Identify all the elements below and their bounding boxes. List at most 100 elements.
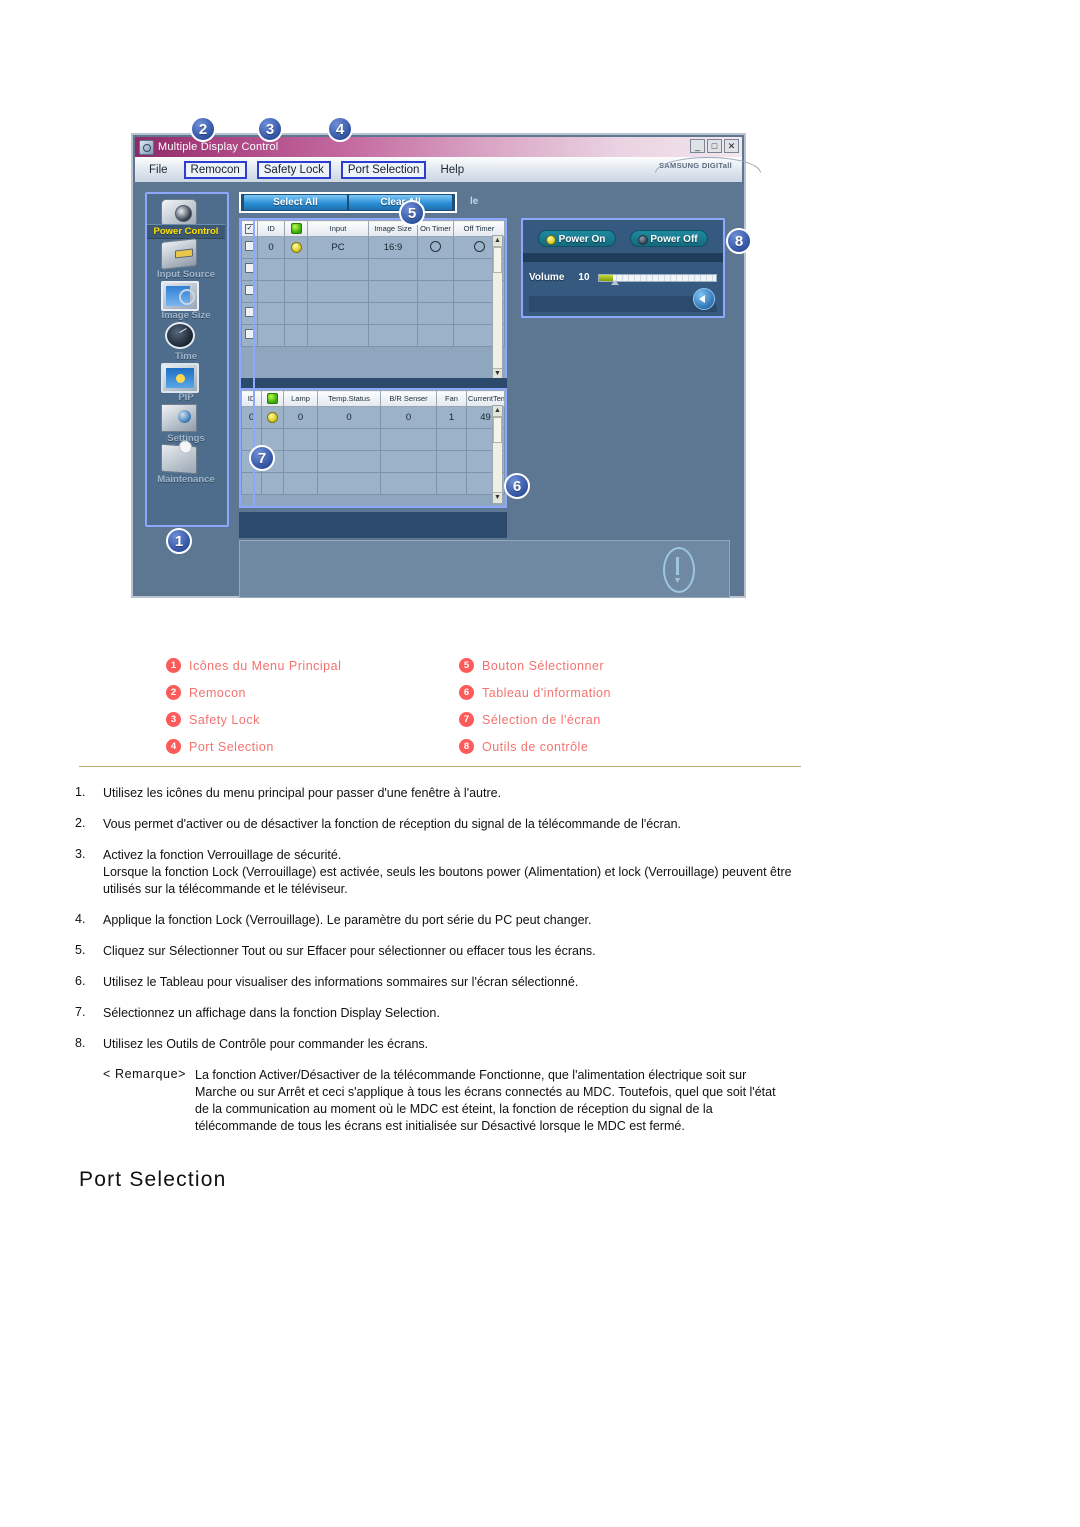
col-lamp: Lamp — [283, 390, 318, 407]
cell-power — [261, 406, 284, 429]
col-input: Input — [307, 220, 369, 237]
pip-icon — [161, 363, 199, 393]
menu-port-selection[interactable]: Port Selection — [340, 160, 427, 179]
callout-badge-5: 5 — [399, 200, 425, 226]
step-text: Vous permet d'activer ou de désactiver l… — [103, 817, 682, 831]
sidebar-item-image-size[interactable]: Image Size — [147, 280, 227, 321]
mute-speaker-icon[interactable] — [693, 288, 715, 310]
maintenance-icon — [161, 443, 197, 475]
maximize-button[interactable]: □ — [707, 139, 722, 153]
tools-separator — [523, 253, 723, 262]
table-row[interactable]: 0 PC 16:9 — [241, 236, 505, 259]
power-buttons-row: Power On Power Off — [529, 230, 717, 247]
table-row[interactable] — [241, 428, 505, 451]
select-all-button[interactable]: Select All — [244, 195, 347, 210]
power-on-led-icon — [546, 235, 556, 245]
menu-remocon[interactable]: Remocon — [183, 160, 247, 179]
cell-lamp — [283, 428, 318, 451]
sidebar-item-pip[interactable]: PIP — [147, 362, 227, 403]
status-table[interactable]: ID Lamp Temp.Status B/R Senser Fan Curre… — [239, 388, 507, 508]
table-row[interactable] — [241, 450, 505, 473]
cell-temp-status — [317, 450, 381, 473]
control-tools-panel: Power On Power Off Volume 10 — [521, 218, 725, 318]
cell-temp-status — [317, 472, 381, 495]
cell-id — [257, 258, 285, 281]
list-item: 6. Utilisez le Tableau pour visualiser d… — [75, 974, 905, 991]
cell-br-senser — [380, 472, 437, 495]
list-item: 3. Activez la fonction Verrouillage de s… — [75, 847, 905, 898]
mdc-application-window: Multiple Display Control _ □ ✕ File Remo… — [131, 133, 761, 598]
table-header-row: ID Lamp Temp.Status B/R Senser Fan Curre… — [241, 390, 505, 407]
scroll-up-arrow-icon[interactable]: ▲ — [493, 236, 502, 247]
cell-power — [284, 324, 308, 347]
remark-block: < Remarque> La fonction Activer/Désactiv… — [75, 1067, 905, 1135]
sidebar-label-pip: PIP — [178, 392, 194, 403]
cell-br-senser — [380, 450, 437, 473]
legend-badge-2: 2 — [166, 685, 181, 700]
legend-item: 3 Safety Lock — [166, 706, 341, 733]
power-on-button[interactable]: Power On — [538, 230, 616, 247]
volume-control-row: Volume 10 — [529, 272, 717, 285]
step-text: Cliquez sur Sélectionner Tout ou sur Eff… — [103, 944, 596, 958]
menu-safety-lock[interactable]: Safety Lock — [256, 160, 331, 179]
table-bottom-strip — [239, 512, 507, 538]
instruction-list: 1. Utilisez les icônes du menu principal… — [75, 785, 905, 1135]
menu-file[interactable]: File — [143, 162, 174, 178]
volume-label: Volume — [529, 272, 565, 283]
cell-id — [257, 324, 285, 347]
cell-on-timer — [417, 258, 454, 281]
table-row[interactable]: 0 0 0 0 1 49 — [241, 406, 505, 429]
scroll-down-arrow-icon[interactable]: ▼ — [493, 492, 502, 503]
callout-badge-7: 7 — [249, 445, 275, 471]
power-status-icon — [290, 223, 302, 234]
window-body: Power Control Input Source Image Size Ti… — [135, 182, 742, 598]
information-table[interactable]: ✓ ID Input Image Size On Timer Off Timer… — [239, 218, 507, 384]
sidebar-item-time[interactable]: Time — [147, 321, 227, 362]
cell-temp-status — [317, 428, 381, 451]
cell-on-timer — [417, 324, 454, 347]
table-row[interactable] — [241, 472, 505, 495]
volume-slider-thumb[interactable] — [610, 279, 619, 285]
legend-label-1: Icônes du Menu Principal — [189, 658, 342, 673]
exclamation-icon — [663, 547, 695, 593]
cell-image-size — [368, 258, 418, 281]
scrollbar-thumb[interactable] — [493, 247, 502, 273]
col-power — [261, 390, 284, 407]
step-number: 2. — [75, 816, 86, 830]
close-button[interactable]: ✕ — [724, 139, 739, 153]
sidebar-item-settings[interactable]: Settings — [147, 403, 227, 444]
legend-label-3: Safety Lock — [189, 712, 260, 727]
power-off-led-icon — [638, 235, 648, 245]
sidebar-item-maintenance[interactable]: Maintenance — [147, 443, 227, 485]
status-table-scrollbar[interactable]: ▲ ▼ — [492, 405, 503, 504]
callout-badge-6: 6 — [504, 473, 530, 499]
sidebar-item-input-source[interactable]: Input Source — [147, 238, 227, 280]
cell-fan — [436, 428, 467, 451]
scroll-up-arrow-icon[interactable]: ▲ — [493, 406, 502, 417]
cell-on-timer — [417, 280, 454, 303]
table-row[interactable] — [241, 324, 505, 347]
minimize-button[interactable]: _ — [690, 139, 705, 153]
table-header-row: ✓ ID Input Image Size On Timer Off Timer — [241, 220, 505, 237]
cell-on-timer — [417, 236, 454, 259]
legend-badge-7: 7 — [459, 712, 474, 727]
cell-id — [257, 280, 285, 303]
table-row[interactable] — [241, 302, 505, 325]
scrollbar-thumb[interactable] — [493, 417, 502, 443]
cell-input — [307, 280, 369, 303]
section-divider — [79, 766, 801, 767]
sidebar-item-power-control[interactable]: Power Control — [147, 198, 227, 239]
legend-badge-6: 6 — [459, 685, 474, 700]
volume-slider[interactable] — [597, 273, 717, 285]
table-row[interactable] — [241, 280, 505, 303]
col-on-timer: On Timer — [417, 220, 454, 237]
table-row[interactable] — [241, 258, 505, 281]
information-table-scrollbar[interactable]: ▲ ▼ — [492, 235, 503, 380]
window-controls[interactable]: _ □ ✕ — [690, 139, 739, 153]
menu-help[interactable]: Help — [434, 162, 470, 178]
cell-image-size — [368, 324, 418, 347]
col-power — [284, 220, 308, 237]
step-text: Applique la fonction Lock (Verrouillage)… — [103, 913, 592, 927]
power-off-button[interactable]: Power Off — [630, 230, 708, 247]
application-screenshot: Multiple Display Control _ □ ✕ File Remo… — [131, 116, 761, 598]
